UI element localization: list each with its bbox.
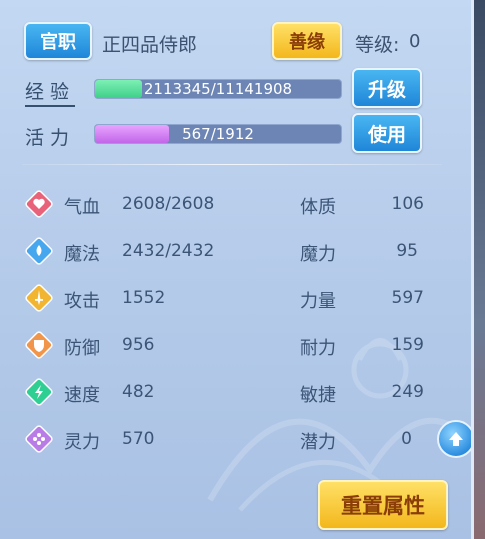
stat-name: 攻击 — [64, 291, 100, 312]
stat-value-agility: 249 — [391, 382, 424, 402]
heart-icon — [25, 190, 53, 218]
stat-value: 2608/2608 — [122, 194, 215, 214]
vitality-value: 567/1912 — [182, 125, 254, 143]
level-up-button[interactable]: 升级 — [352, 68, 422, 108]
stat-name: 防御 — [64, 338, 100, 359]
exp-bar: 2113345/11141908 — [94, 79, 342, 99]
stat-name-magic-power: 魔力 — [300, 244, 336, 265]
sword-icon — [25, 284, 53, 312]
stat-name: 速度 — [64, 385, 100, 406]
section-divider — [22, 164, 442, 165]
official-title-button[interactable]: 官职 — [24, 22, 92, 60]
stat-value-endurance: 159 — [391, 335, 424, 355]
karma-button[interactable]: 善缘 — [272, 22, 342, 60]
stat-value: 482 — [122, 382, 155, 402]
exp-value: 2113345/11141908 — [143, 80, 293, 98]
stat-name-potential: 潜力 — [300, 432, 336, 453]
stat-name-endurance: 耐力 — [300, 338, 336, 359]
vitality-bar: 567/1912 — [94, 124, 342, 144]
stat-value: 1552 — [122, 288, 166, 308]
stat-value-potential: 0 — [401, 429, 412, 449]
use-vitality-button[interactable]: 使用 — [352, 113, 422, 153]
stat-value-constitution: 106 — [391, 194, 424, 214]
stat-value-magic-power: 95 — [396, 241, 418, 261]
level-value: 0 — [409, 31, 421, 52]
stat-value: 956 — [122, 335, 155, 355]
exp-label: 经验 — [25, 77, 76, 107]
stat-name-strength: 力量 — [300, 291, 336, 312]
character-attributes-panel: 官职 正四品侍郎 善缘 等级: 0 经验 2113345/11141908 升级… — [0, 0, 474, 539]
official-rank: 正四品侍郎 — [102, 34, 198, 56]
lightning-icon — [25, 378, 53, 406]
reset-attributes-button[interactable]: 重置属性 — [318, 480, 448, 530]
stat-name: 魔法 — [64, 244, 100, 265]
stat-name: 气血 — [64, 197, 100, 218]
background-edge — [474, 0, 485, 539]
sparkle-icon — [25, 425, 53, 453]
stat-name-agility: 敏捷 — [300, 385, 336, 406]
stat-value: 2432/2432 — [122, 241, 215, 261]
stat-value-strength: 597 — [391, 288, 424, 308]
droplet-icon — [25, 237, 53, 265]
stat-name: 灵力 — [64, 432, 100, 453]
arrow-up-icon — [449, 432, 463, 446]
shield-icon — [25, 331, 53, 359]
vitality-label: 活力 — [25, 127, 76, 149]
stat-name-constitution: 体质 — [300, 197, 336, 218]
scroll-up-button[interactable] — [437, 420, 471, 458]
stat-value: 570 — [122, 429, 155, 449]
level-label: 等级: — [355, 34, 400, 56]
